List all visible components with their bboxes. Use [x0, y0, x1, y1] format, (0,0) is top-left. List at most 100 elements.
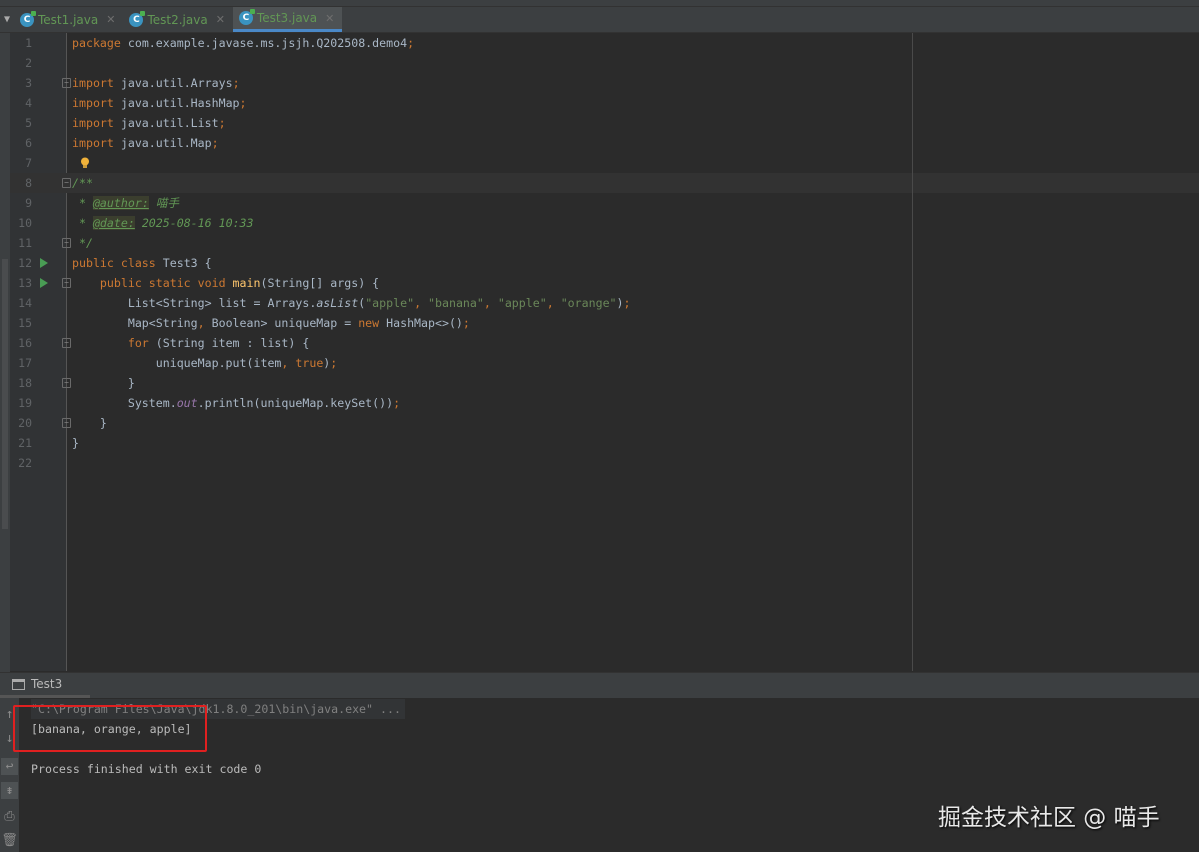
current-line-highlight — [10, 173, 1199, 193]
code-line: import java.util.List; — [72, 113, 226, 133]
lightbulb-icon[interactable] — [80, 157, 90, 169]
line-number: 3 — [25, 76, 32, 90]
fold-icon[interactable]: − — [62, 418, 71, 428]
code-token: } — [72, 376, 135, 390]
run-gutter-icon[interactable] — [40, 258, 48, 268]
code-token: Test3 { — [162, 256, 212, 270]
line-number: 2 — [25, 56, 32, 70]
code-token: } — [72, 436, 79, 450]
scrollbar[interactable] — [2, 259, 8, 529]
code-token: , — [483, 296, 498, 310]
code-token: import — [72, 76, 114, 90]
code-line: import java.util.Map; — [72, 133, 219, 153]
code-line: /** — [72, 173, 93, 193]
line-number: 5 — [25, 116, 32, 130]
code-line: public static void main(String[] args) { — [72, 273, 379, 293]
tab-test3[interactable]: C Test3.java ✕ — [232, 7, 343, 32]
line-number: 18 — [18, 376, 32, 390]
title-strip — [0, 0, 1199, 7]
fold-icon[interactable]: − — [62, 238, 71, 248]
code-token: uniqueMap.put(item — [72, 356, 282, 370]
code-token: ; — [218, 116, 226, 130]
line-number: 9 — [25, 196, 32, 210]
tab-test2[interactable]: C Test2.java ✕ — [123, 7, 232, 32]
java-class-icon: C — [129, 10, 146, 27]
line-number: 6 — [25, 136, 32, 150]
code-token: ; — [393, 396, 401, 410]
code-token: 2025-08-16 10:33 — [134, 216, 254, 230]
code-line: } — [72, 433, 79, 453]
code-token: true — [295, 356, 324, 370]
close-icon[interactable]: ✕ — [325, 12, 334, 25]
code-token: , — [546, 296, 561, 310]
code-token: (String item : list) { — [155, 336, 310, 350]
code-token: java.util.Arrays — [113, 76, 233, 90]
soft-wrap-icon[interactable]: ↩ — [1, 758, 18, 775]
code-token: , — [281, 356, 296, 370]
code-line: } — [72, 413, 107, 433]
code-token: for — [127, 336, 156, 350]
print-icon[interactable]: ⎙ — [1, 808, 18, 825]
code-token: public static void — [72, 276, 233, 290]
code-line: System.out.println(uniqueMap.keySet()); — [72, 393, 400, 413]
line-number: 21 — [18, 436, 32, 450]
tab-label: Test3.java — [256, 11, 318, 25]
line-number: 7 — [25, 156, 32, 170]
code-token: 喵手 — [148, 196, 179, 210]
line-number: 14 — [18, 296, 32, 310]
tab-dropdown-icon[interactable]: ▼ — [0, 7, 14, 32]
console-icon — [12, 678, 25, 690]
trash-icon[interactable]: 🗑 — [1, 832, 18, 849]
code-token: ; — [239, 96, 247, 110]
code-token: /** — [72, 176, 93, 190]
watermark: 掘金技术社区 @ 喵手 — [938, 805, 1160, 831]
line-number: 11 — [18, 236, 32, 250]
fold-icon[interactable]: − — [62, 178, 71, 188]
code-token: new — [358, 316, 387, 330]
close-icon[interactable]: ✕ — [216, 13, 225, 26]
line-number: 13 — [18, 276, 32, 290]
code-token: java.util.List — [113, 116, 219, 130]
code-token: Boolean> uniqueMap = — [211, 316, 359, 330]
code-token: List<String> list = Arrays. — [72, 296, 317, 310]
code-token: @author: — [92, 196, 149, 210]
code-token: Map<String — [72, 316, 198, 330]
fold-icon[interactable]: − — [62, 278, 71, 288]
run-tab-test3[interactable]: Test3 — [0, 673, 90, 698]
close-icon[interactable]: ✕ — [106, 13, 115, 26]
code-token: ; — [232, 76, 240, 90]
tab-label: Test1.java — [38, 12, 99, 27]
code-line: import java.util.Arrays; — [72, 73, 240, 93]
code-line: */ — [72, 233, 93, 253]
fold-icon[interactable]: − — [62, 338, 71, 348]
tab-test1[interactable]: C Test1.java ✕ — [14, 7, 123, 32]
code-token: * — [72, 196, 93, 210]
code-line: package com.example.javase.ms.jsjh.Q2025… — [72, 33, 414, 53]
line-number: 10 — [18, 216, 32, 230]
code-token: * — [72, 216, 93, 230]
fold-icon[interactable]: − — [62, 78, 71, 88]
code-token: HashMap<>() — [386, 316, 463, 330]
code-token: (String[] args) { — [260, 276, 380, 290]
code-token: import — [72, 116, 114, 130]
fold-icon[interactable]: − — [62, 378, 71, 388]
code-line: Map<String, Boolean> uniqueMap = new Has… — [72, 313, 470, 333]
code-token: "apple" — [365, 296, 415, 310]
code-line: } — [72, 373, 135, 393]
line-number: 22 — [18, 456, 32, 470]
code-token: public class — [72, 256, 163, 270]
code-token: ; — [330, 356, 338, 370]
line-number: 12 — [18, 256, 32, 270]
code-token: @date: — [92, 216, 135, 230]
code-line: uniqueMap.put(item, true); — [72, 353, 338, 373]
scroll-to-end-icon[interactable]: ⇟ — [1, 782, 18, 799]
editor-tab-bar: ▼ C Test1.java ✕ C Test2.java ✕ C Test3.java ✕ — [0, 7, 1199, 33]
code-token: System. — [72, 396, 177, 410]
code-token: ; — [211, 136, 219, 150]
code-token: asList — [316, 296, 359, 310]
run-gutter-icon[interactable] — [40, 278, 48, 288]
line-number: 8 — [25, 176, 32, 190]
code-line: for (String item : list) { — [72, 333, 309, 353]
code-token: "banana" — [428, 296, 484, 310]
